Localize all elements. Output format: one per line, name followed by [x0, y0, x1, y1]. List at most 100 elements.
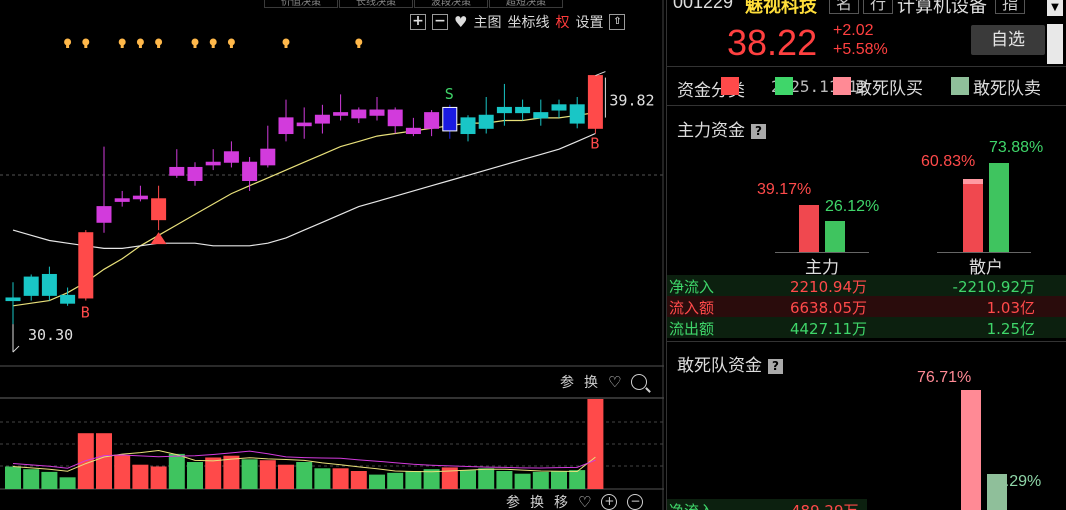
candle-body — [587, 75, 603, 129]
row-main-value: 6638.05万 — [789, 299, 867, 317]
candle-body — [369, 109, 385, 116]
row-main-value: 2210.94万 — [789, 278, 867, 296]
lightbulb-icon — [227, 38, 235, 46]
row-name: 净流入 — [669, 278, 715, 296]
low-pointer — [12, 345, 20, 353]
lightbulb-icon — [209, 38, 217, 46]
volume-bar — [23, 469, 40, 489]
dare-funds-title-text: 敢死队资金 — [677, 356, 762, 376]
lightbulb-base — [157, 45, 161, 48]
main-funds-title: 主力资金? — [677, 116, 766, 141]
main-chart-button[interactable]: 主图 — [473, 12, 501, 32]
volume-bar — [150, 466, 167, 489]
candle-body — [278, 117, 294, 135]
bottom-zoom-out-icon[interactable]: − — [627, 494, 644, 510]
volume-bar — [551, 471, 567, 489]
volume-bars — [5, 399, 604, 489]
dare-buy-pct: 76.71% — [917, 369, 972, 386]
bottom-swap-button[interactable]: 换 — [530, 492, 544, 510]
volume-bar — [405, 471, 422, 489]
volume-search-icon[interactable] — [631, 374, 648, 390]
main-funds-title-text: 主力资金 — [677, 121, 745, 141]
lightbulb-icon — [355, 38, 363, 46]
candle-body — [551, 104, 567, 111]
low-price-label: 30.30 — [28, 326, 73, 344]
add-watchlist-button[interactable]: 自选 — [971, 25, 1045, 55]
industry-label[interactable]: 计算机设备 — [897, 0, 987, 18]
candle-body — [41, 273, 57, 296]
row-retail-value: 1.03亿 — [986, 299, 1035, 317]
volume-bar — [532, 471, 549, 489]
legend-dare-buy-swatch — [833, 77, 851, 95]
candle-body — [387, 109, 403, 127]
dare-funds-title: 敢死队资金? — [677, 351, 783, 376]
high-pointer — [595, 71, 606, 77]
candle-body — [260, 148, 276, 166]
settings-button[interactable]: 设置 — [575, 12, 603, 32]
lightbulb-icon — [64, 38, 72, 46]
adjust-right-button[interactable]: 权 — [555, 12, 569, 32]
candle-body — [333, 112, 349, 116]
candle-body — [23, 276, 39, 296]
retail-in-pct: 60.83% — [921, 153, 976, 170]
candle-body — [151, 198, 167, 221]
candle-body — [223, 151, 239, 163]
candle-body — [96, 206, 112, 223]
main-in-pct: 39.17% — [757, 181, 812, 198]
candle-body — [496, 106, 512, 114]
sell-marker-s: S — [445, 85, 454, 103]
stock-name: 魅视科技 — [745, 0, 817, 17]
volume-swap-button[interactable]: 换 — [584, 372, 598, 392]
candle-body — [242, 161, 258, 182]
volume-bar — [387, 472, 404, 489]
legend-dare-sell-label: 敢死队卖 — [973, 79, 1041, 99]
volume-bar — [478, 468, 495, 489]
zoom-in-button[interactable]: + — [410, 14, 426, 30]
row-main-value: 489.29万 — [791, 500, 859, 510]
scroll-down-icon[interactable]: ▼ — [1047, 0, 1063, 16]
bottom-zoom-in-icon[interactable]: + — [601, 494, 618, 510]
candle-body — [533, 112, 549, 119]
volume-bar — [569, 470, 586, 489]
main-inflow-bar — [799, 204, 819, 252]
legend-main-sell-swatch — [775, 77, 793, 95]
inflow-amount-row: 流入额 6638.05万 1.03亿 — [667, 296, 1066, 317]
candle-body — [478, 114, 494, 129]
dare-buy-bar — [961, 390, 981, 510]
volume-bar — [369, 474, 385, 489]
candles — [5, 75, 603, 325]
chart-toolbar: + − ♥ 主图 坐标线 权 设置 ⇧ — [410, 12, 626, 32]
industry-button[interactable]: 行 — [863, 0, 894, 14]
kline-svg[interactable]: 39.82 30.30 B B S — [0, 0, 664, 510]
kline-chart-panel[interactable]: 价值决策 长线决策 波段决策 超短决策 39.82 30.30 B B S + − ♥ … — [0, 0, 664, 510]
row-name: 流入额 — [669, 299, 715, 317]
volume-heart-icon[interactable]: ♡ — [608, 373, 621, 391]
bottom-heart-icon[interactable]: ♡ — [578, 493, 591, 510]
index-button[interactable]: 指 — [995, 0, 1026, 14]
help-icon[interactable]: ? — [751, 124, 766, 139]
volume-param-button[interactable]: 参 — [560, 372, 574, 392]
lightbulb-icon — [118, 38, 126, 46]
change-percent: +5.58% — [833, 41, 888, 58]
bottom-param-button[interactable]: 参 — [506, 492, 520, 510]
volume-bar — [132, 464, 149, 489]
stock-header: 001229 魅视科技 名 行 计算机设备 指 38.22 +2.02 +5.5… — [667, 0, 1066, 66]
bottom-move-button[interactable]: 移 — [554, 492, 568, 510]
volume-bar — [5, 466, 21, 489]
volume-bar — [59, 477, 76, 489]
lightbulb-base — [84, 45, 88, 48]
expand-icon[interactable]: ⇧ — [609, 14, 626, 30]
zoom-out-button[interactable]: − — [432, 14, 448, 30]
coordinate-line-button[interactable]: 坐标线 — [507, 12, 549, 32]
volume-toolbar: 参 换 ♡ — [560, 372, 648, 392]
help-icon[interactable]: ? — [768, 359, 783, 374]
favorite-heart-icon[interactable]: ♥ — [454, 13, 467, 31]
row-main-value: 4427.11万 — [789, 320, 867, 338]
name-button[interactable]: 名 — [829, 0, 860, 14]
scrollbar[interactable] — [1047, 24, 1063, 64]
volume-bar — [278, 464, 294, 489]
bottom-toolbar: 参 换 移 ♡ + − — [506, 492, 644, 510]
volume-bar — [205, 457, 222, 489]
lightbulb-base — [229, 45, 233, 48]
volume-bar — [41, 471, 58, 489]
